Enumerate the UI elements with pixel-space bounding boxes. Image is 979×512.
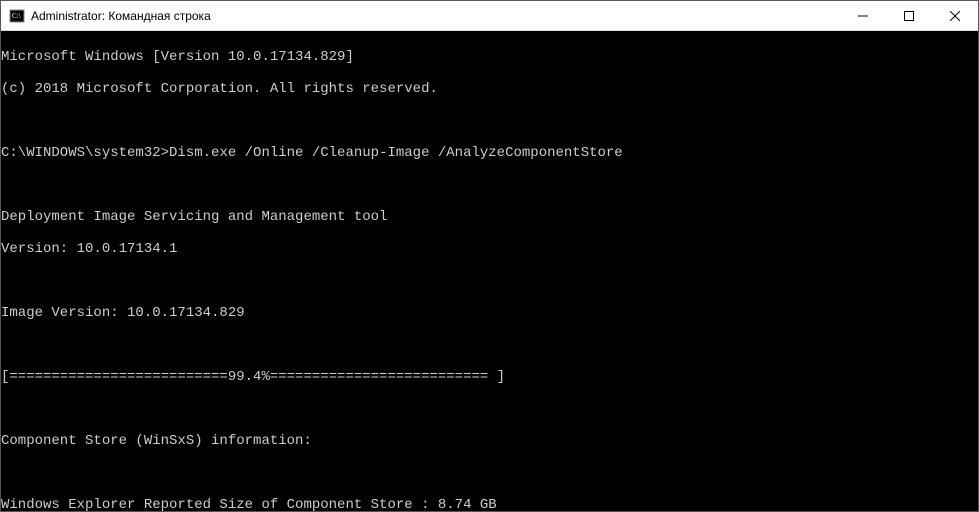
command-text: Dism.exe /Online /Cleanup-Image /Analyze… bbox=[169, 145, 623, 161]
close-button[interactable] bbox=[932, 1, 978, 30]
prompt-line-1: C:\WINDOWS\system32>Dism.exe /Online /Cl… bbox=[1, 145, 978, 161]
svg-text:C:\: C:\ bbox=[12, 12, 21, 20]
command-prompt-window: C:\ Administrator: Командная строка Micr… bbox=[0, 0, 979, 512]
dism-title: Deployment Image Servicing and Managemen… bbox=[1, 209, 978, 225]
cmd-icon: C:\ bbox=[9, 8, 25, 24]
blank-line bbox=[1, 337, 978, 353]
maximize-button[interactable] bbox=[886, 1, 932, 30]
titlebar[interactable]: C:\ Administrator: Командная строка bbox=[1, 1, 978, 31]
os-version-line: Microsoft Windows [Version 10.0.17134.82… bbox=[1, 49, 978, 65]
terminal-output[interactable]: Microsoft Windows [Version 10.0.17134.82… bbox=[1, 31, 978, 511]
reported-size: Windows Explorer Reported Size of Compon… bbox=[1, 497, 978, 511]
blank-line bbox=[1, 401, 978, 417]
dism-version: Version: 10.0.17134.1 bbox=[1, 241, 978, 257]
blank-line bbox=[1, 177, 978, 193]
image-version: Image Version: 10.0.17134.829 bbox=[1, 305, 978, 321]
window-title: Administrator: Командная строка bbox=[31, 9, 840, 23]
blank-line bbox=[1, 113, 978, 129]
blank-line bbox=[1, 273, 978, 289]
copyright-line: (c) 2018 Microsoft Corporation. All righ… bbox=[1, 81, 978, 97]
winsxs-header: Component Store (WinSxS) information: bbox=[1, 433, 978, 449]
prompt-path: C:\WINDOWS\system32> bbox=[1, 145, 169, 161]
blank-line bbox=[1, 465, 978, 481]
window-controls bbox=[840, 1, 978, 30]
minimize-button[interactable] bbox=[840, 1, 886, 30]
progress-bar: [==========================99.4%========… bbox=[1, 369, 978, 385]
